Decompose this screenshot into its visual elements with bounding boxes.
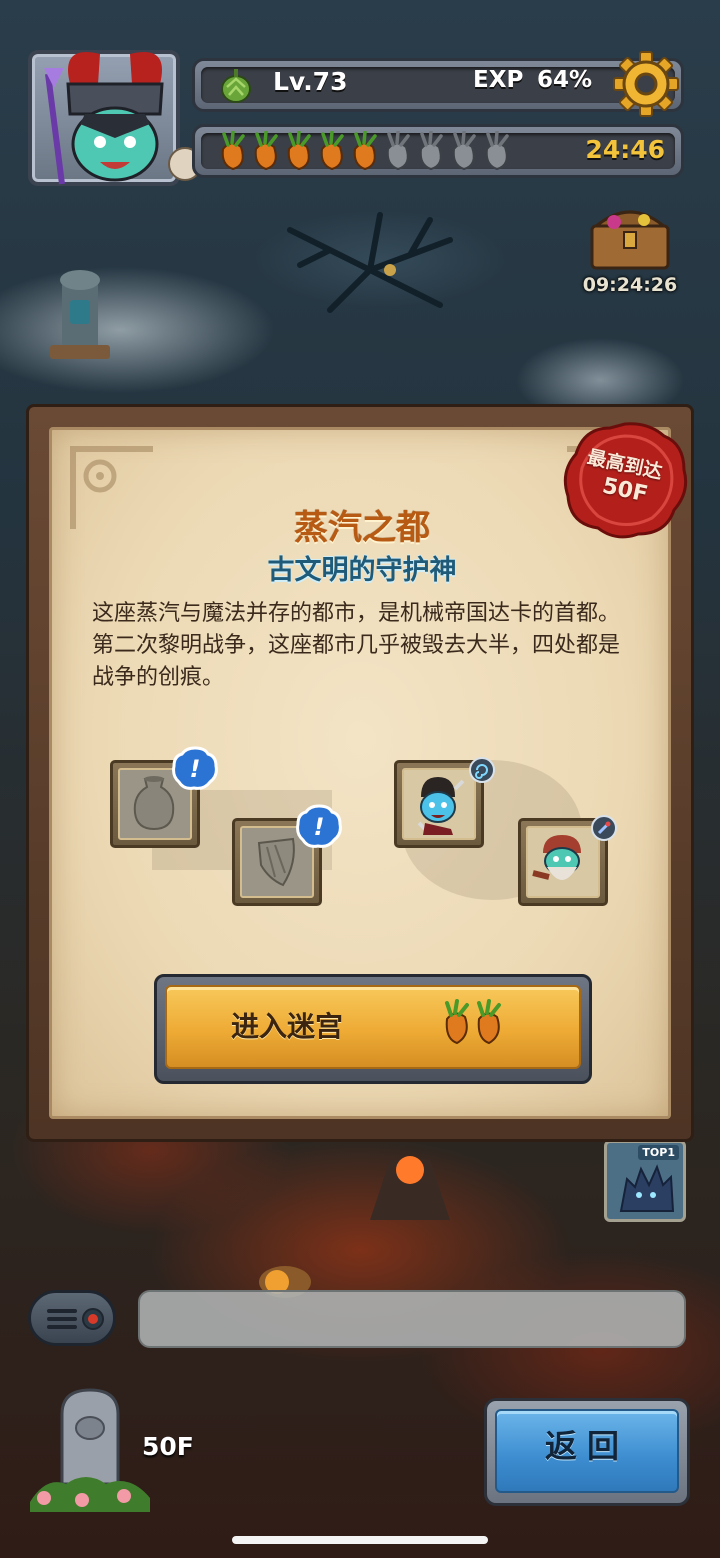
energy-bar[interactable]: 24:46 <box>192 124 684 178</box>
chat-icon <box>47 1308 104 1330</box>
empty-carrot-icon <box>452 131 476 171</box>
energy-carrots <box>217 131 513 171</box>
exp-percent: 64% <box>537 67 593 93</box>
dungeon-subtitle: 古文明的守护神 <box>267 555 457 586</box>
player-level: Lv.73 <box>273 67 348 96</box>
svg-text:!: ! <box>314 813 325 841</box>
carrot-icon <box>287 131 311 171</box>
home-indicator[interactable] <box>232 1536 488 1544</box>
ranking-label: TOP1 <box>638 1145 679 1160</box>
artichoke-icon <box>221 69 251 103</box>
back-label: 返回 <box>544 1427 629 1465</box>
energy-timer: 24:46 <box>585 135 665 164</box>
dungeon-description: 这座蒸汽与魔法并存的都市，是机械帝国达卡的首都。第二次黎明战争，这座都市几乎被毁… <box>92 601 621 690</box>
carrot-icon <box>254 131 278 171</box>
alert-icon: ! <box>172 746 218 790</box>
svg-text:!: ! <box>190 755 201 783</box>
exp-label: EXP <box>473 67 524 93</box>
chest-timer: 09:24:26 <box>582 274 678 296</box>
dagger-icon <box>591 815 617 841</box>
enter-maze-button[interactable]: 进入迷宫 <box>154 974 592 1084</box>
empty-carrot-icon <box>386 131 410 171</box>
back-button[interactable]: 返回 <box>484 1398 690 1506</box>
hero-blue-sword-icon <box>417 777 465 835</box>
chat-input[interactable] <box>138 1290 686 1348</box>
empty-carrot-icon <box>485 131 509 171</box>
gear-icon[interactable] <box>610 48 682 120</box>
player-avatar[interactable] <box>28 50 202 186</box>
chat-button[interactable] <box>28 1290 116 1346</box>
treasure-chest-icon <box>590 210 670 270</box>
ice-crack-decoration <box>287 212 453 313</box>
timed-chest[interactable]: 09:24:26 <box>578 192 682 302</box>
carrot-icon <box>320 131 344 171</box>
carrot-icon <box>221 131 245 171</box>
stone-golem-icon <box>619 1164 675 1212</box>
lava-tower-decoration <box>370 1156 450 1220</box>
enter-maze-label: 进入迷宫 <box>231 1010 344 1043</box>
alert-icon: ! <box>296 804 342 848</box>
knight-avatar-icon <box>44 52 202 185</box>
ranking-badge[interactable]: TOP1 <box>604 1140 686 1222</box>
steam-tower-decoration <box>50 270 110 359</box>
best-floor-seal: 最高到达 50F <box>560 420 690 540</box>
carrot-cost-icon <box>445 999 501 1045</box>
carrot-icon <box>353 131 377 171</box>
hero-bearded-dwarf-icon <box>532 835 581 880</box>
swirl-icon <box>469 757 495 783</box>
empty-carrot-icon <box>419 131 443 171</box>
current-floor: 50F <box>142 1432 194 1461</box>
tombstone-icon[interactable] <box>26 1384 156 1514</box>
